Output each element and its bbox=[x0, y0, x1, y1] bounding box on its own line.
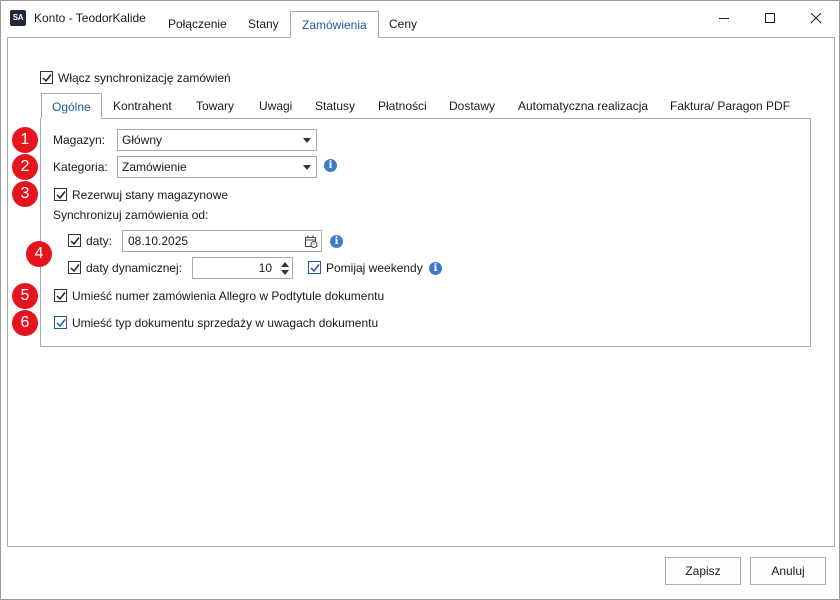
tab-stany[interactable]: Stany bbox=[237, 13, 290, 37]
check-icon bbox=[56, 292, 66, 301]
step-badge-1: 1 bbox=[12, 127, 38, 153]
check-icon bbox=[56, 191, 66, 200]
step-badge-6: 6 bbox=[12, 310, 38, 336]
tab-platnosci[interactable]: Płatności bbox=[378, 95, 427, 117]
step-badge-4: 4 bbox=[26, 241, 52, 267]
reserve-stock-label: Rezerwuj stany magazynowe bbox=[72, 188, 229, 202]
tab-towary[interactable]: Towary bbox=[196, 95, 234, 117]
dynamic-date-label: daty dynamicznej: bbox=[86, 261, 183, 275]
date-picker[interactable]: 08.10.2025 bbox=[122, 230, 322, 252]
dynamic-date-value: 10 bbox=[258, 261, 272, 275]
doc-type-notes-checkbox[interactable] bbox=[54, 316, 67, 329]
chevron-down-icon bbox=[303, 138, 311, 143]
tab-statusy[interactable]: Statusy bbox=[315, 95, 355, 117]
check-icon bbox=[310, 264, 320, 273]
dynamic-date-checkbox[interactable] bbox=[68, 261, 81, 274]
tab-kontrahent[interactable]: Kontrahent bbox=[113, 95, 172, 117]
minimize-button[interactable] bbox=[701, 1, 747, 35]
chevron-down-icon bbox=[303, 165, 311, 170]
allegro-subtitle-checkbox[interactable] bbox=[54, 289, 67, 302]
window: SA Konto - TeodorKalide Połączenie Stany… bbox=[0, 0, 840, 600]
step-badge-5: 5 bbox=[12, 283, 38, 309]
calendar-icon[interactable] bbox=[305, 235, 318, 248]
skip-weekends-label: Pomijaj weekendy bbox=[326, 261, 423, 275]
tab-ceny[interactable]: Ceny bbox=[378, 13, 428, 37]
maximize-icon bbox=[765, 13, 775, 23]
spin-down-icon[interactable] bbox=[281, 270, 289, 275]
magazyn-label: Magazyn: bbox=[53, 133, 106, 147]
tab-dostawy[interactable]: Dostawy bbox=[449, 95, 495, 117]
doc-type-notes-label: Umieść typ dokumentu sprzedaży w uwagach… bbox=[72, 316, 379, 330]
info-icon[interactable]: i bbox=[429, 262, 442, 275]
kategoria-value: Zamówienie bbox=[122, 160, 187, 174]
maximize-button[interactable] bbox=[747, 1, 793, 35]
skip-weekends-checkbox[interactable] bbox=[308, 261, 321, 274]
enable-sync-label: Włącz synchronizację zamówień bbox=[58, 71, 231, 85]
cancel-button[interactable]: Anuluj bbox=[750, 557, 826, 585]
check-icon bbox=[56, 319, 66, 328]
spin-up-icon[interactable] bbox=[281, 262, 289, 267]
app-icon: SA bbox=[10, 10, 26, 26]
tab-faktura-paragon-pdf[interactable]: Faktura/ Paragon PDF bbox=[670, 95, 790, 117]
date-value: 08.10.2025 bbox=[128, 234, 189, 248]
date-checkbox[interactable] bbox=[68, 234, 81, 247]
sync-from-label: Synchronizuj zamówienia od: bbox=[53, 208, 209, 222]
check-icon bbox=[42, 74, 52, 83]
step-badge-2: 2 bbox=[12, 154, 38, 180]
kategoria-label: Kategoria: bbox=[53, 160, 108, 174]
save-button[interactable]: Zapisz bbox=[665, 557, 741, 585]
allegro-subtitle-label: Umieść numer zamówienia Allegro w Podtyt… bbox=[72, 289, 385, 303]
tab-uwagi[interactable]: Uwagi bbox=[259, 95, 292, 117]
enable-sync-checkbox[interactable] bbox=[40, 71, 53, 84]
step-badge-3: 3 bbox=[12, 181, 38, 207]
tab-automatyczna-realizacja[interactable]: Automatyczna realizacja bbox=[518, 95, 648, 117]
check-icon bbox=[70, 237, 80, 246]
minimize-icon bbox=[719, 18, 729, 19]
dynamic-date-stepper[interactable]: 10 bbox=[192, 257, 293, 279]
info-icon[interactable]: i bbox=[330, 235, 343, 248]
magazyn-value: Główny bbox=[122, 133, 163, 147]
date-label: daty: bbox=[86, 234, 113, 248]
kategoria-select[interactable]: Zamówienie bbox=[117, 156, 317, 178]
title-bar: SA Konto - TeodorKalide Połączenie Stany… bbox=[1, 1, 839, 38]
close-button[interactable] bbox=[793, 1, 839, 35]
info-icon[interactable]: i bbox=[324, 159, 337, 172]
close-icon bbox=[810, 12, 822, 24]
tab-zamowienia[interactable]: Zamówienia bbox=[290, 11, 379, 38]
check-icon bbox=[70, 264, 80, 273]
tab-polaczenie[interactable]: Połączenie bbox=[157, 13, 238, 37]
magazyn-select[interactable]: Główny bbox=[117, 129, 317, 151]
tab-ogolne[interactable]: Ogólne bbox=[41, 93, 102, 119]
window-title: Konto - TeodorKalide bbox=[34, 11, 146, 25]
reserve-stock-checkbox[interactable] bbox=[54, 188, 67, 201]
